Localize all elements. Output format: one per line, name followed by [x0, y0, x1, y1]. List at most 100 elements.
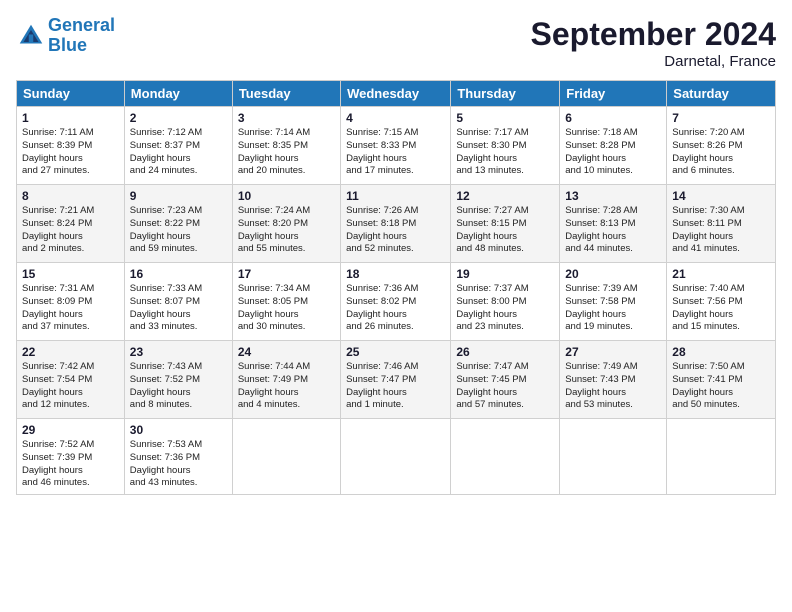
- daylight-hours-label: Daylight hours: [346, 387, 407, 398]
- calendar-cell: [560, 419, 667, 495]
- day-number: 8: [22, 189, 119, 203]
- calendar-cell: 3Sunrise: 7:14 AMSunset: 8:35 PMDaylight…: [232, 107, 340, 185]
- day-number: 10: [238, 189, 335, 203]
- day-number: 12: [456, 189, 554, 203]
- day-info: Sunrise: 7:52 AMSunset: 7:39 PMDaylight …: [22, 439, 119, 490]
- calendar-cell: 14 Sunrise: 7:30 AMSunset: 8:11 PMDayligh…: [667, 185, 776, 263]
- day-info: Sunrise: 7:15 AMSunset: 8:33 PMDaylight …: [346, 127, 445, 178]
- day-info: Sunrise: 7:28 AMSunset: 8:13 PMDaylight …: [565, 205, 661, 256]
- calendar-cell: 28 Sunrise: 7:50 AMSunset: 7:41 PMDayligh…: [667, 341, 776, 419]
- calendar-cell: 18Sunrise: 7:36 AMSunset: 8:02 PMDayligh…: [341, 263, 451, 341]
- daylight-hours-label: Daylight hours: [22, 387, 83, 398]
- daylight-hours-label: Daylight hours: [346, 153, 407, 164]
- daylight-hours-label: Daylight hours: [565, 153, 626, 164]
- daylight-hours-label: Daylight hours: [238, 231, 299, 242]
- daylight-hours-value: and 55 minutes.: [238, 243, 306, 254]
- logo: General Blue: [16, 16, 115, 56]
- calendar-cell: 11Sunrise: 7:26 AMSunset: 8:18 PMDayligh…: [341, 185, 451, 263]
- day-info: Sunrise: 7:37 AMSunset: 8:00 PMDaylight …: [456, 283, 554, 334]
- daylight-hours-value: and 41 minutes.: [672, 243, 740, 254]
- daylight-hours-value: and 6 minutes.: [672, 165, 734, 176]
- col-friday: Friday: [560, 81, 667, 107]
- day-info: Sunrise: 7:47 AMSunset: 7:45 PMDaylight …: [456, 361, 554, 412]
- calendar-cell: 6 Sunrise: 7:18 AMSunset: 8:28 PMDaylight…: [560, 107, 667, 185]
- daylight-hours-label: Daylight hours: [238, 309, 299, 320]
- day-number: 7: [672, 111, 770, 125]
- daylight-hours-label: Daylight hours: [672, 153, 733, 164]
- daylight-hours-label: Daylight hours: [130, 309, 191, 320]
- day-number: 28: [672, 345, 770, 359]
- calendar-cell: 20Sunrise: 7:39 AMSunset: 7:58 PMDayligh…: [560, 263, 667, 341]
- calendar-week-3: 15Sunrise: 7:31 AMSunset: 8:09 PMDayligh…: [17, 263, 776, 341]
- day-info: Sunrise: 7:18 AMSunset: 8:28 PMDaylight …: [565, 127, 661, 178]
- calendar-cell: [341, 419, 451, 495]
- day-number: 15: [22, 267, 119, 281]
- daylight-hours-label: Daylight hours: [238, 153, 299, 164]
- daylight-hours-label: Daylight hours: [565, 309, 626, 320]
- day-number: 21: [672, 267, 770, 281]
- calendar-table: Sunday Monday Tuesday Wednesday Thursday…: [16, 80, 776, 495]
- day-info: Sunrise: 7:14 AMSunset: 8:35 PMDaylight …: [238, 127, 335, 178]
- day-info: Sunrise: 7:44 AMSunset: 7:49 PMDaylight …: [238, 361, 335, 412]
- day-number: 17: [238, 267, 335, 281]
- daylight-hours-value: and 8 minutes.: [130, 399, 192, 410]
- header: General Blue September 2024 Darnetal, Fr…: [16, 16, 776, 70]
- location: Darnetal, France: [531, 53, 776, 70]
- day-info: Sunrise: 7:36 AMSunset: 8:02 PMDaylight …: [346, 283, 445, 334]
- col-monday: Monday: [124, 81, 232, 107]
- daylight-hours-value: and 1 minute.: [346, 399, 404, 410]
- calendar-week-4: 22Sunrise: 7:42 AMSunset: 7:54 PMDayligh…: [17, 341, 776, 419]
- calendar-header-row: Sunday Monday Tuesday Wednesday Thursday…: [17, 81, 776, 107]
- daylight-hours-value: and 17 minutes.: [346, 165, 414, 176]
- calendar-cell: 30Sunrise: 7:53 AMSunset: 7:36 PMDayligh…: [124, 419, 232, 495]
- calendar-cell: 19Sunrise: 7:37 AMSunset: 8:00 PMDayligh…: [451, 263, 560, 341]
- calendar-cell: 29 Sunrise: 7:52 AMSunset: 7:39 PMDayligh…: [17, 419, 125, 495]
- calendar-cell: [232, 419, 340, 495]
- day-number: 4: [346, 111, 445, 125]
- col-thursday: Thursday: [451, 81, 560, 107]
- daylight-hours-value: and 52 minutes.: [346, 243, 414, 254]
- day-number: 25: [346, 345, 445, 359]
- logo-general: General: [48, 15, 115, 35]
- day-number: 30: [130, 423, 227, 437]
- day-info: Sunrise: 7:40 AMSunset: 7:56 PMDaylight …: [672, 283, 770, 334]
- day-info: Sunrise: 7:30 AMSunset: 8:11 PMDaylight …: [672, 205, 770, 256]
- calendar-cell: 27Sunrise: 7:49 AMSunset: 7:43 PMDayligh…: [560, 341, 667, 419]
- day-info: Sunrise: 7:20 AMSunset: 8:26 PMDaylight …: [672, 127, 770, 178]
- col-sunday: Sunday: [17, 81, 125, 107]
- day-info: Sunrise: 7:50 AMSunset: 7:41 PMDaylight …: [672, 361, 770, 412]
- day-number: 16: [130, 267, 227, 281]
- day-info: Sunrise: 7:21 AMSunset: 8:24 PMDaylight …: [22, 205, 119, 256]
- daylight-hours-label: Daylight hours: [456, 387, 517, 398]
- daylight-hours-label: Daylight hours: [672, 231, 733, 242]
- calendar-cell: 10Sunrise: 7:24 AMSunset: 8:20 PMDayligh…: [232, 185, 340, 263]
- daylight-hours-value: and 19 minutes.: [565, 321, 633, 332]
- day-number: 6: [565, 111, 661, 125]
- daylight-hours-value: and 59 minutes.: [130, 243, 198, 254]
- daylight-hours-label: Daylight hours: [130, 387, 191, 398]
- daylight-hours-label: Daylight hours: [238, 387, 299, 398]
- daylight-hours-value: and 12 minutes.: [22, 399, 90, 410]
- day-number: 29: [22, 423, 119, 437]
- day-number: 5: [456, 111, 554, 125]
- calendar-cell: 12Sunrise: 7:27 AMSunset: 8:15 PMDayligh…: [451, 185, 560, 263]
- daylight-hours-value: and 13 minutes.: [456, 165, 524, 176]
- daylight-hours-label: Daylight hours: [346, 309, 407, 320]
- day-info: Sunrise: 7:23 AMSunset: 8:22 PMDaylight …: [130, 205, 227, 256]
- daylight-hours-value: and 30 minutes.: [238, 321, 306, 332]
- daylight-hours-value: and 26 minutes.: [346, 321, 414, 332]
- calendar-week-1: 1Sunrise: 7:11 AMSunset: 8:39 PMDaylight…: [17, 107, 776, 185]
- daylight-hours-value: and 27 minutes.: [22, 165, 90, 176]
- day-number: 27: [565, 345, 661, 359]
- daylight-hours-value: and 20 minutes.: [238, 165, 306, 176]
- daylight-hours-value: and 53 minutes.: [565, 399, 633, 410]
- daylight-hours-label: Daylight hours: [22, 465, 83, 476]
- daylight-hours-label: Daylight hours: [565, 231, 626, 242]
- col-tuesday: Tuesday: [232, 81, 340, 107]
- day-info: Sunrise: 7:43 AMSunset: 7:52 PMDaylight …: [130, 361, 227, 412]
- calendar-cell: [667, 419, 776, 495]
- day-number: 14: [672, 189, 770, 203]
- logo-blue: Blue: [48, 35, 87, 55]
- daylight-hours-label: Daylight hours: [456, 231, 517, 242]
- day-number: 20: [565, 267, 661, 281]
